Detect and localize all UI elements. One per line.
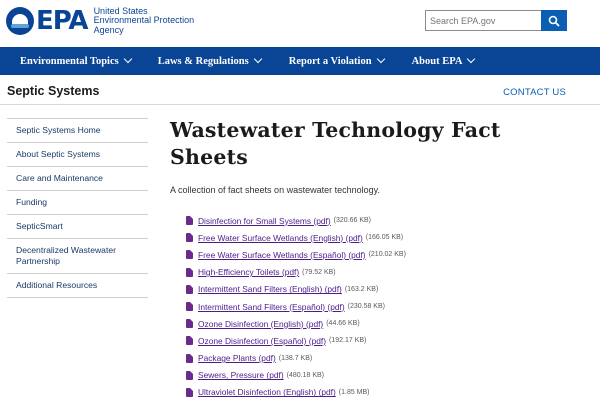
list-item: Intermittent Sand Filters (Español) (pdf… (186, 298, 406, 315)
document-link[interactable]: Intermittent Sand Filters (Español) (pdf… (198, 302, 345, 312)
epa-seal-icon (6, 7, 34, 35)
pdf-icon (186, 233, 193, 243)
file-size: (480.18 KB) (286, 371, 324, 379)
pdf-icon (186, 319, 193, 329)
search-button[interactable] (541, 10, 567, 31)
list-item: Free Water Surface Wetlands (Español) (p… (186, 246, 406, 263)
document-link[interactable]: Ozone Disinfection (Español) (pdf) (198, 336, 326, 346)
document-link[interactable]: High-Efficiency Toilets (pdf) (198, 267, 299, 277)
document-list: Disinfection for Small Systems (pdf) (320… (186, 212, 406, 400)
list-item: Sewers, Pressure (pdf) (480.18 KB) (186, 367, 406, 384)
chevron-down-icon (253, 54, 262, 64)
sidebar-item-decentralized[interactable]: Decentralized Wastewater Partnership (7, 239, 148, 274)
main-content: Wastewater Technology Fact Sheets A coll… (170, 117, 580, 195)
sidebar-item-septicsmart[interactable]: SepticSmart (7, 215, 148, 239)
divider (0, 104, 600, 105)
pdf-icon (186, 250, 193, 260)
sidebar-nav: Septic Systems Home About Septic Systems… (7, 118, 148, 298)
nav-item-laws-regulations[interactable]: Laws & Regulations (157, 54, 262, 67)
agency-name: United States Environmental Protection A… (93, 6, 195, 36)
nav-item-label: Report a Violation (288, 55, 372, 67)
nav-item-label: Environmental Topics (20, 55, 119, 67)
list-item: Ozone Disinfection (Español) (pdf) (192.1… (186, 332, 406, 349)
sidebar-item-care[interactable]: Care and Maintenance (7, 167, 148, 191)
pdf-icon (186, 370, 193, 380)
list-item: High-Efficiency Toilets (pdf) (79.52 KB) (186, 264, 406, 281)
file-size: (163.2 KB) (344, 285, 379, 293)
contact-us-link[interactable]: CONTACT US (503, 87, 566, 98)
list-item: Intermittent Sand Filters (English) (pdf… (186, 281, 406, 298)
file-size: (1.85 MB) (338, 388, 370, 396)
document-link[interactable]: Intermittent Sand Filters (English) (pdf… (198, 284, 342, 294)
pdf-icon (186, 353, 193, 363)
document-link[interactable]: Free Water Surface Wetlands (Español) (p… (198, 250, 366, 260)
pdf-icon (186, 267, 193, 277)
file-size: (192.17 KB) (329, 337, 367, 345)
pdf-icon (186, 216, 193, 226)
nav-item-environmental-topics[interactable]: Environmental Topics (20, 54, 132, 67)
page-title: Wastewater Technology Fact Sheets (170, 118, 501, 169)
document-link[interactable]: Disinfection for Small Systems (pdf) (198, 216, 331, 226)
nav-item-label: About EPA (411, 55, 463, 67)
pdf-icon (186, 284, 193, 294)
sidebar-item-about[interactable]: About Septic Systems (7, 143, 148, 167)
document-link[interactable]: Sewers, Pressure (pdf) (198, 370, 284, 380)
sidebar-item-home[interactable]: Septic Systems Home (7, 119, 148, 143)
search-icon (548, 15, 560, 27)
list-item: Disinfection for Small Systems (pdf) (320… (186, 212, 406, 229)
chevron-down-icon (376, 54, 385, 64)
file-size: (79.52 KB) (302, 268, 336, 276)
sidebar-item-funding[interactable]: Funding (7, 191, 148, 215)
nav-item-label: Laws & Regulations (157, 55, 249, 67)
document-link[interactable]: Free Water Surface Wetlands (English) (p… (198, 233, 363, 243)
sidebar-item-resources[interactable]: Additional Resources (7, 274, 148, 298)
file-size: (44.66 KB) (326, 320, 360, 328)
document-link[interactable]: Ozone Disinfection (English) (pdf) (198, 319, 323, 329)
chevron-down-icon (123, 54, 132, 64)
section-title[interactable]: Septic Systems (7, 84, 99, 98)
pdf-icon (186, 302, 193, 312)
list-item: Ozone Disinfection (English) (pdf) (44.66… (186, 315, 406, 332)
page-description: A collection of fact sheets on wastewate… (170, 185, 380, 195)
file-size: (166.05 KB) (365, 234, 404, 242)
file-size: (138.7 KB) (278, 354, 313, 362)
nav-item-report-violation[interactable]: Report a Violation (288, 54, 385, 67)
main-nav: Environmental Topics Laws & Regulations … (0, 47, 600, 75)
logo-wordmark: EPA (36, 6, 89, 36)
document-link[interactable]: Ultraviolet Disinfection (English) (pdf) (198, 387, 336, 397)
list-item: Free Water Surface Wetlands (English) (p… (186, 229, 406, 246)
file-size: (320.66 KB) (333, 217, 372, 225)
epa-logo[interactable]: EPA United States Environmental Protecti… (6, 4, 194, 38)
document-link[interactable]: Package Plants (pdf) (198, 353, 276, 363)
site-header: EPA United States Environmental Protecti… (0, 0, 600, 44)
list-item: Package Plants (pdf) (138.7 KB) (186, 350, 406, 367)
file-size: (210.02 KB) (368, 251, 406, 259)
pdf-icon (186, 387, 193, 397)
pdf-icon (186, 336, 193, 346)
chevron-down-icon (467, 54, 476, 64)
agency-line: Agency (93, 24, 124, 35)
search-form (425, 10, 567, 31)
file-size: (230.58 KB) (347, 303, 385, 311)
search-input[interactable] (425, 10, 541, 31)
list-item: Ultraviolet Disinfection (English) (pdf)… (186, 384, 406, 400)
nav-item-about-epa[interactable]: About EPA (411, 54, 476, 67)
